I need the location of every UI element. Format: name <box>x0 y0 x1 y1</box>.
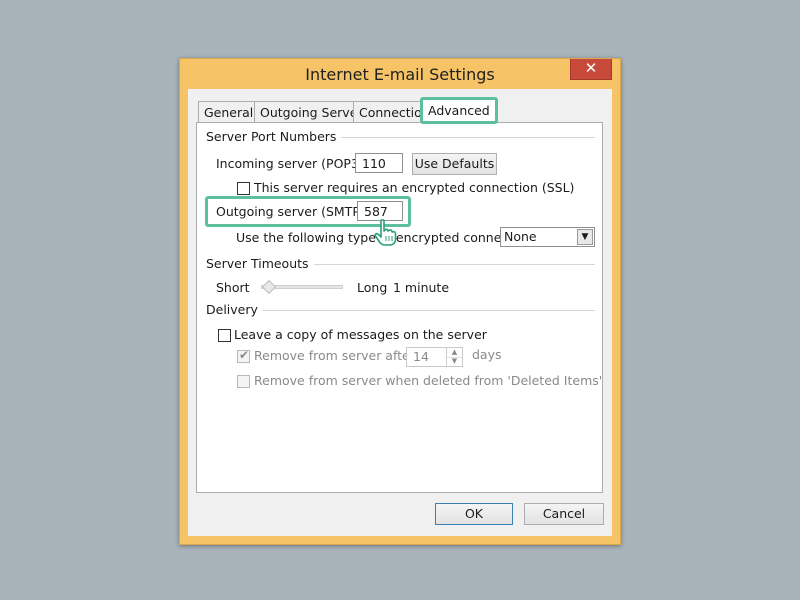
outgoing-port-input[interactable]: 587 <box>357 201 403 221</box>
timeout-short-label: Short <box>216 280 250 295</box>
encryption-type-value: None <box>504 229 537 244</box>
days-label: days <box>472 347 502 362</box>
ssl-label: This server requires an encrypted connec… <box>254 180 575 195</box>
dialog-body: General Outgoing Server Connection Advan… <box>188 89 612 536</box>
tab-general[interactable]: General <box>198 101 260 122</box>
remove-after-checkbox[interactable]: ✔ <box>237 348 250 363</box>
stepper-buttons: ▲ ▼ <box>446 348 462 366</box>
group-divider <box>206 310 595 311</box>
close-button[interactable]: ✕ <box>570 59 612 80</box>
tab-advanced[interactable]: Advanced <box>420 97 498 124</box>
encryption-type-select[interactable]: None ▼ <box>500 227 595 247</box>
timeout-value: 1 minute <box>393 280 450 295</box>
check-icon: ✔ <box>239 348 250 362</box>
remove-after-days-stepper[interactable]: 14 ▲ ▼ <box>406 347 463 367</box>
internet-email-settings-dialog: Internet E-mail Settings ✕ General Outgo… <box>179 58 621 545</box>
close-icon: ✕ <box>584 59 598 77</box>
remove-deleted-label: Remove from server when deleted from 'De… <box>254 373 603 388</box>
dialog-title: Internet E-mail Settings <box>305 65 495 84</box>
outgoing-server-label: Outgoing server (SMTP): <box>216 204 369 219</box>
delivery-heading: Delivery <box>206 302 263 317</box>
advanced-panel: Server Port Numbers Incoming server (POP… <box>196 122 603 493</box>
use-defaults-button[interactable]: Use Defaults <box>412 153 497 175</box>
timeout-slider-thumb[interactable] <box>261 279 277 295</box>
timeout-long-label: Long <box>357 280 388 295</box>
cancel-button[interactable]: Cancel <box>524 503 604 525</box>
hand-pointer-icon <box>374 219 397 246</box>
chevron-down-icon[interactable]: ▼ <box>447 357 462 366</box>
remove-after-label: Remove from server after <box>254 348 415 363</box>
remove-after-days-value: 14 <box>413 349 429 364</box>
server-port-numbers-heading: Server Port Numbers <box>206 129 342 144</box>
leave-copy-label: Leave a copy of messages on the server <box>234 327 487 342</box>
incoming-server-label: Incoming server (POP3): <box>216 156 368 171</box>
incoming-port-input[interactable]: 110 <box>355 153 403 173</box>
leave-copy-checkbox[interactable] <box>218 329 231 342</box>
server-timeouts-heading: Server Timeouts <box>206 256 314 271</box>
chevron-down-icon[interactable]: ▼ <box>577 229 593 245</box>
tab-outgoing-server[interactable]: Outgoing Server <box>254 101 369 122</box>
ssl-checkbox[interactable] <box>237 182 250 195</box>
remove-deleted-checkbox[interactable] <box>237 375 250 388</box>
ok-button[interactable]: OK <box>435 503 513 525</box>
